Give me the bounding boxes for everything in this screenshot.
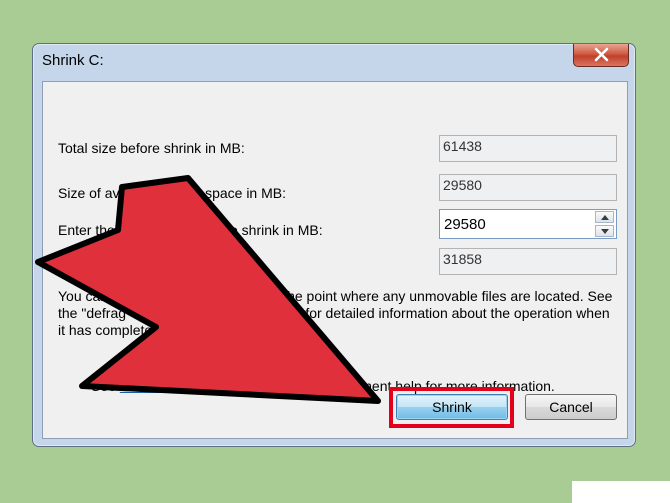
shrink-dialog: Shrink C: Total size before shrink in MB…: [32, 43, 636, 447]
shrink-amount-input[interactable]: [440, 210, 590, 238]
shrink-amount-label: Enter the amount of space to shrink in M…: [58, 222, 323, 238]
arrow-down-icon: [601, 229, 609, 234]
shrink-amount-stepper[interactable]: [595, 211, 614, 237]
spin-up-button[interactable]: [595, 211, 614, 223]
cancel-button[interactable]: Cancel: [525, 394, 617, 420]
shrink-amount-field[interactable]: [439, 209, 617, 239]
available-space-value: 29580: [439, 174, 617, 201]
shrink-button[interactable]: Shrink: [396, 394, 508, 420]
page-corner: [572, 481, 670, 503]
info-message: You cannot shrink a volume beyond the po…: [58, 288, 613, 338]
total-after-label: Total size after shrink in MB:: [58, 258, 234, 274]
arrow-up-icon: [601, 215, 609, 220]
dialog-content: Total size before shrink in MB: 61438 Si…: [42, 81, 628, 439]
help-link[interactable]: Shrink a Basic Volume: [120, 378, 260, 394]
total-before-label: Total size before shrink in MB:: [58, 140, 245, 156]
total-after-value: 31858: [439, 248, 617, 275]
help-prefix: See: [91, 378, 120, 394]
close-button[interactable]: [573, 44, 629, 67]
dialog-title: Shrink C:: [42, 52, 104, 69]
close-icon: [594, 47, 609, 62]
available-space-label: Size of available shrink space in MB:: [58, 185, 286, 201]
spin-down-button[interactable]: [595, 225, 614, 237]
total-before-value: 61438: [439, 135, 617, 162]
